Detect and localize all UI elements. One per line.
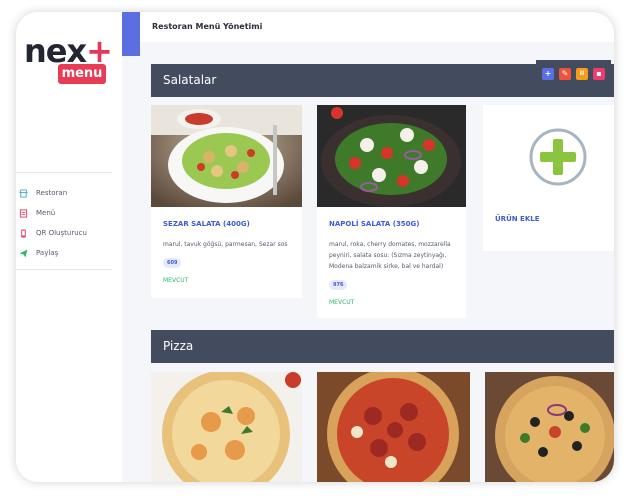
product-image [485,372,614,482]
product-image [317,372,470,482]
sidebar-nav: Restoran Menü QR Oluşturucu Paylaş [16,172,112,270]
plus-icon[interactable]: + [542,68,554,80]
product-image [317,105,466,207]
product-name: NAPOLİ SALATA (350G) [329,220,420,228]
section-title: Pizza [163,339,194,353]
product-badge: 609 [163,258,182,268]
sidebar: nex+ menu Restoran Menü QR Oluşturucu Pa… [16,12,122,482]
send-icon [18,248,28,258]
section-actions: + ✎ II ▪ [536,60,611,86]
add-product-label: ÜRÜN EKLE [495,215,540,223]
sidebar-item-label: Restoran [36,189,68,197]
product-status: MEVCUT [329,299,355,306]
brand-logo[interactable]: nex+ menu [24,34,116,86]
product-description: marul, tavuk göğsü, parmesan, Sezar sos [163,241,288,248]
sidebar-item-label: QR Oluşturucu [36,229,87,237]
product-description: marul, roka, cherry domates, mozzarella … [329,241,451,270]
menu-list-icon [18,208,28,218]
product-card[interactable]: NAPOLİ SALATA (350G) marul, roka, cherry… [317,105,466,318]
product-status: MEVCUT [163,277,189,284]
top-bar: Restoran Menü Yönetimi [140,12,614,42]
page-title: Restoran Menü Yönetimi [152,22,263,31]
product-card[interactable]: SEZAR SALATA (400G) marul, tavuk göğsü, … [151,105,302,298]
product-card[interactable] [485,372,614,482]
sidebar-item-restoran[interactable]: Restoran [16,183,112,203]
product-card[interactable] [151,372,302,482]
product-image [151,105,302,207]
logo-badge: menu [58,64,106,84]
add-product-card[interactable]: ÜRÜN EKLE [483,105,614,251]
add-circle-icon [529,128,587,186]
trash-icon[interactable]: ▪ [593,68,605,80]
section-title: Salatalar [163,73,217,87]
product-card[interactable] [317,372,470,482]
store-icon [18,188,28,198]
product-badge: 976 [329,280,348,290]
sidebar-item-label: Menü [36,209,56,217]
section-header-pizza: Pizza [151,330,614,363]
product-image [151,372,302,482]
sidebar-item-label: Paylaş [36,249,59,257]
sidebar-item-menu[interactable]: Menü [16,203,112,223]
pause-icon[interactable]: II [576,68,588,80]
product-name: SEZAR SALATA (400G) [163,220,250,228]
accent-bar [122,12,140,56]
sidebar-item-qr[interactable]: QR Oluşturucu [16,223,112,243]
section-header-salatalar: Salatalar + ✎ II ▪ [151,60,614,97]
logo-wordmark: nex+ [24,32,113,70]
edit-icon[interactable]: ✎ [559,68,571,80]
app-window: nex+ menu Restoran Menü QR Oluşturucu Pa… [16,12,614,482]
qr-phone-icon [18,228,28,238]
sidebar-item-share[interactable]: Paylaş [16,243,112,263]
